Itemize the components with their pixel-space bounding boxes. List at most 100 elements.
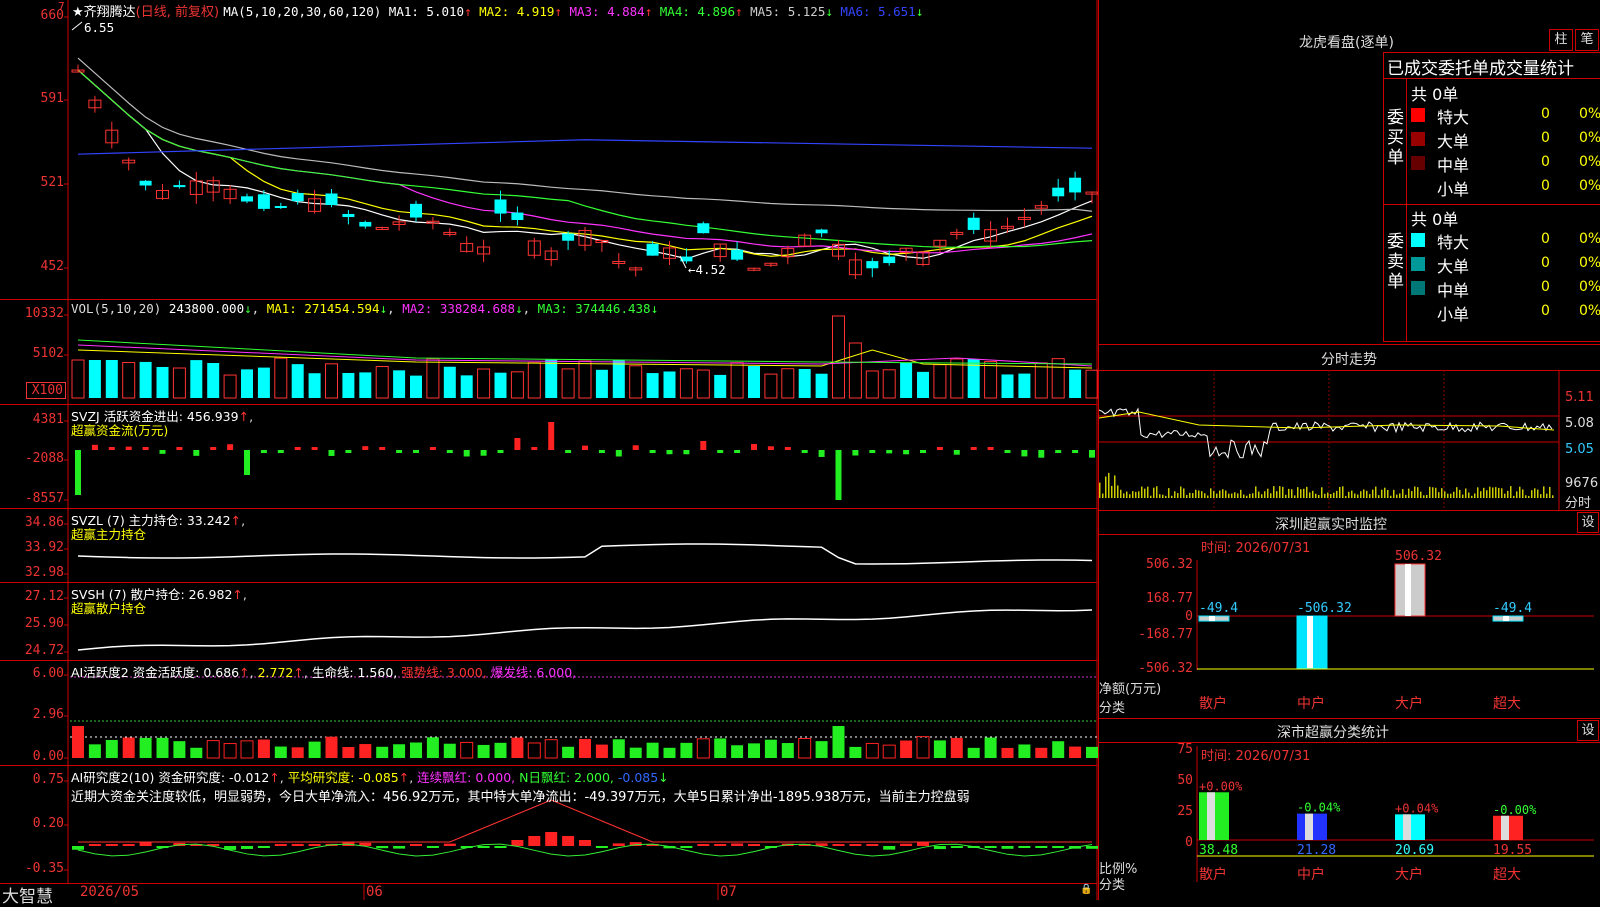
lhb-swatch	[1411, 233, 1425, 247]
monitor-bar-highlight	[1307, 616, 1313, 668]
classify-xlabel: 分类	[1099, 878, 1126, 893]
intraday-vol-bar	[1321, 487, 1323, 498]
intraday-vol-bar	[1552, 495, 1554, 498]
svzj-bar	[362, 446, 369, 450]
vol-bar	[1069, 369, 1082, 398]
ai1-bar	[562, 746, 575, 758]
svzj-bar	[345, 450, 352, 453]
ma-label: MA(5,10,20,30,60,120)	[223, 4, 382, 19]
ma-header: ★齐翔腾达(日线, 前复权) MA(5,10,20,30,60,120) MA1…	[72, 1, 923, 20]
monitor-settings-button[interactable]: 设	[1577, 512, 1599, 533]
ai1-bar	[376, 746, 389, 758]
intraday-vol-bar	[1309, 492, 1311, 498]
ai1-bar	[240, 740, 254, 759]
intraday-vol-bar	[1279, 486, 1281, 498]
lhb-bar-button[interactable]: 柱	[1549, 29, 1573, 51]
vol-bar	[882, 369, 896, 399]
classify-settings-button[interactable]: 设	[1577, 720, 1599, 741]
ma-line	[77, 139, 1093, 155]
ma-item-5: MA5: 5.125	[742, 4, 826, 19]
ai2-bar	[883, 846, 896, 850]
svzj-bar	[852, 450, 859, 456]
lhb-row: 中单 0 0%	[1411, 152, 1600, 175]
monitor-xlabel: 分类	[1099, 701, 1126, 716]
intraday-vol-bar	[1336, 490, 1338, 498]
svzj-bar	[734, 450, 741, 453]
intraday-vol-bar	[1144, 488, 1146, 498]
kline-chart[interactable]	[0, 0, 1098, 900]
vol-bar	[663, 371, 676, 398]
lhb-swatch	[1411, 108, 1425, 122]
lhb-row: 特大 0 0%	[1411, 229, 1600, 252]
intraday-vol-bar	[1255, 486, 1257, 498]
intraday-vol-bar	[1447, 493, 1449, 498]
ai2-bar	[595, 846, 608, 848]
intraday-vol-bar	[1486, 490, 1488, 498]
svzj-bar	[497, 450, 504, 453]
ai2-note: 近期大资金关注度较低，明显弱势，今日大单净流入：456.92万元，其中特大单净流…	[71, 790, 970, 805]
intraday-vol: 9676	[1565, 476, 1599, 491]
intraday-vol-bar	[1252, 493, 1254, 498]
svzl-axis-label: 34.86	[24, 515, 64, 530]
price-low-mark: ←4.52	[688, 262, 726, 277]
price-axis-label: 591	[40, 91, 64, 106]
classify-bar-highlight	[1305, 813, 1313, 840]
svzj-bar	[1021, 450, 1028, 457]
chart-mode[interactable]: (日线, 前复权)	[136, 5, 219, 20]
candle-down	[1052, 187, 1065, 197]
intraday-vol-bar	[1174, 491, 1176, 498]
ai1-bar	[748, 743, 760, 758]
intraday-vol-bar	[1264, 491, 1266, 498]
svzj-bar	[869, 450, 876, 453]
monitor-category-label: 中户	[1297, 695, 1325, 712]
chart-area[interactable]: 660 591 521 452 10332 5102 X100 4381 -20…	[0, 0, 1098, 907]
monitor-value-label: 506.32	[1395, 549, 1442, 564]
svzj-bar	[717, 450, 724, 453]
svzj-bar	[683, 450, 690, 455]
svzj-bar	[784, 447, 791, 450]
stock-name[interactable]: ★齐翔腾达	[72, 5, 136, 20]
intraday-vol-bar	[1495, 487, 1497, 498]
classify-axis-label: 50	[1177, 773, 1193, 788]
candle-down	[139, 180, 152, 186]
vol-bar	[646, 373, 659, 398]
app-logo[interactable]: 大智慧	[2, 882, 53, 907]
lhb-row-count: 0	[1541, 178, 1550, 194]
ma-arrow: ↑	[554, 4, 562, 19]
intraday-vol-bar	[1258, 491, 1260, 498]
ai1-bar	[527, 742, 541, 759]
svzj-bar	[886, 450, 893, 454]
intraday-vol-bar	[1285, 494, 1287, 498]
vol-unit-box[interactable]: X100	[26, 382, 66, 399]
ai2-bar	[1035, 846, 1048, 848]
vol-bar	[917, 371, 929, 398]
candle-down	[731, 249, 744, 260]
intraday-vol-bar	[1468, 492, 1470, 498]
monitor-axis-label: -168.77	[1138, 627, 1193, 642]
classify-pct-label: +0.00%	[1199, 779, 1243, 793]
intraday-chart[interactable]	[1099, 370, 1600, 510]
intraday-vol-bar	[1453, 491, 1455, 498]
ai2-bar	[1001, 846, 1014, 849]
intraday-vol-bar	[1198, 490, 1200, 498]
vol-bar	[342, 372, 355, 398]
ai1-bar	[257, 739, 270, 758]
vol-bar	[815, 373, 828, 398]
intraday-vol-bar	[1480, 491, 1482, 498]
intraday-vol-bar	[1228, 493, 1230, 498]
svzj-bar	[379, 447, 386, 450]
lhb-row-count: 0	[1541, 231, 1550, 247]
svzl-subtitle: 超赢主力持仓	[71, 527, 147, 542]
intraday-vol-bar	[1534, 488, 1536, 498]
classify-axis-label: 0	[1185, 835, 1193, 850]
lhb-row-pct: 0%	[1579, 178, 1600, 194]
intraday-vol-bar	[1498, 487, 1500, 498]
ai1-bar	[849, 746, 862, 758]
ai1-bar	[156, 737, 169, 758]
intraday-vol-bar	[1414, 486, 1416, 498]
ai2-bar	[579, 840, 591, 846]
lhb-tick-button[interactable]: 笔	[1575, 29, 1599, 51]
svzj-bar	[193, 450, 200, 456]
lhb-row-label: 特大	[1437, 108, 1470, 127]
svzj-bar	[514, 438, 521, 450]
